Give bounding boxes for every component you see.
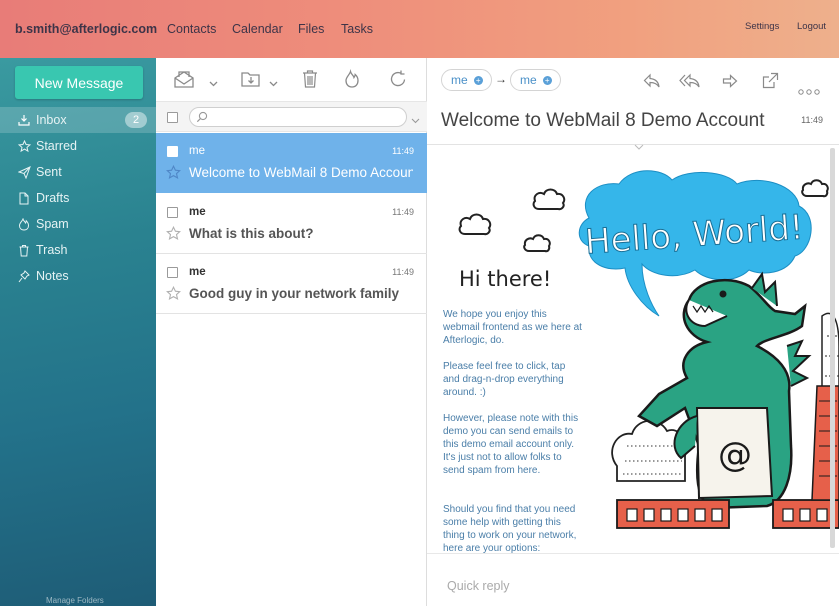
trash-icon [17,243,31,257]
settings-link[interactable]: Settings [745,21,779,32]
select-all-checkbox[interactable] [167,112,178,123]
message-checkbox[interactable] [167,267,178,278]
folder-label: Drafts [36,191,70,205]
reply-all-icon[interactable] [679,73,701,92]
mark-read-icon[interactable] [173,69,195,92]
cloud-icon [458,213,492,236]
nav-contacts[interactable]: Contacts [167,22,216,36]
cloud-icon [523,234,551,253]
search-box [189,107,407,127]
message-subject: What is this about? [189,226,314,241]
star-icon[interactable] [166,225,181,244]
nav-files[interactable]: Files [298,22,324,36]
greeting-heading: Hi there! [459,267,552,291]
open-in-new-window-icon[interactable] [762,72,779,92]
nav-calendar[interactable]: Calendar [232,22,283,36]
message-from: me [189,145,205,157]
more-options-icon[interactable] [798,83,820,98]
delete-icon[interactable] [301,69,319,92]
cloud-icon [801,179,829,198]
star-icon[interactable] [166,164,181,183]
folder-spam[interactable]: Spam [0,211,156,237]
folder-notes[interactable]: Notes [0,263,156,289]
cloud-icon [532,188,566,211]
body-paragraph: Should you find that you need some help … [443,504,577,553]
sender-name: me [451,73,468,87]
message-subject: Welcome to WebMail 8 Demo Account [189,165,413,180]
folder-list: Inbox 2 Starred Sent Drafts Spam Trash N… [0,107,156,289]
message-list-panel: me 11:49 Welcome to WebMail 8 Demo Accou… [156,58,427,606]
message-checkbox[interactable] [167,146,178,157]
folder-trash[interactable]: Trash [0,237,156,263]
body-paragraph: However, please note with this demo you … [443,413,579,476]
folder-label: Notes [36,269,69,283]
logout-link[interactable]: Logout [797,21,826,32]
top-bar: b.smith@afterlogic.com Contacts Calendar… [0,0,839,58]
inbox-icon [17,113,31,127]
message-time: 11:49 [801,115,823,125]
message-body: Hello, World! @ Hi there! We hope you en… [427,146,839,553]
sent-icon [17,165,31,179]
folder-inbox[interactable]: Inbox 2 [0,107,156,133]
chevron-down-icon[interactable] [269,75,278,90]
message-subject-title: Welcome to WebMail 8 Demo Account [441,110,765,131]
message-from: me [189,266,206,278]
move-to-folder-icon[interactable] [240,69,262,92]
spam-icon [17,217,31,231]
folder-sent[interactable]: Sent [0,159,156,185]
search-icon [196,111,208,126]
chevron-down-icon[interactable] [411,112,420,127]
new-message-button[interactable]: New Message [15,66,143,99]
recipient-name: me [520,73,537,87]
folder-label: Sent [36,165,62,179]
search-row [156,101,427,132]
refresh-icon[interactable] [388,69,408,92]
folder-label: Starred [36,139,77,153]
forward-icon[interactable] [722,73,738,92]
message-time: 11:49 [392,267,414,277]
pin-icon [17,269,31,283]
drafts-icon [17,191,31,205]
sender-pill[interactable]: me + [441,69,492,91]
account-email[interactable]: b.smith@afterlogic.com [15,22,157,36]
body-paragraph: Please feel free to click, tap and drag-… [443,361,566,398]
message-row[interactable]: me 11:49 What is this about? [156,194,427,254]
search-input[interactable] [212,110,402,124]
recipient-pill[interactable]: me + [510,69,561,91]
hello-world-illustration: Hello, World! @ [458,170,839,529]
add-contact-icon[interactable]: + [542,75,552,85]
folder-starred[interactable]: Starred [0,133,156,159]
nav-tasks[interactable]: Tasks [341,22,373,36]
body-paragraph: We hope you enjoy this webmail frontend … [443,309,582,346]
message-checkbox[interactable] [167,207,178,218]
message-row[interactable]: me 11:49 Good guy in your network family [156,254,427,314]
sidebar: New Message Inbox 2 Starred Sent Drafts [0,58,156,606]
message-time: 11:49 [392,146,414,156]
arrow-icon: → [495,72,507,86]
scrollbar[interactable] [830,148,835,548]
message-from: me [189,206,206,218]
quick-reply-input[interactable] [447,579,787,593]
folder-drafts[interactable]: Drafts [0,185,156,211]
message-row[interactable]: me 11:49 Welcome to WebMail 8 Demo Accou… [156,133,427,193]
add-contact-icon[interactable]: + [473,75,483,85]
dinosaur-eye [719,290,727,298]
chevron-down-icon[interactable] [209,75,218,90]
folder-label: Trash [36,243,68,257]
list-toolbar [156,58,426,101]
star-icon [17,139,31,153]
manage-folders-link[interactable]: Manage Folders [46,596,104,605]
folder-label: Inbox [36,113,67,127]
at-symbol: @ [718,435,752,475]
message-header: me + → me + Welcome to WebMail 8 Demo Ac… [427,58,839,150]
spam-icon[interactable] [344,68,360,92]
message-subject: Good guy in your network family [189,286,400,301]
reply-icon[interactable] [643,73,661,92]
star-icon[interactable] [166,285,181,304]
message-time: 11:49 [392,207,414,217]
folder-label: Spam [36,217,69,231]
reading-pane: me + → me + Welcome to WebMail 8 Demo Ac… [427,58,839,606]
quick-reply-bar [427,553,839,606]
unread-count-badge: 2 [125,112,147,128]
